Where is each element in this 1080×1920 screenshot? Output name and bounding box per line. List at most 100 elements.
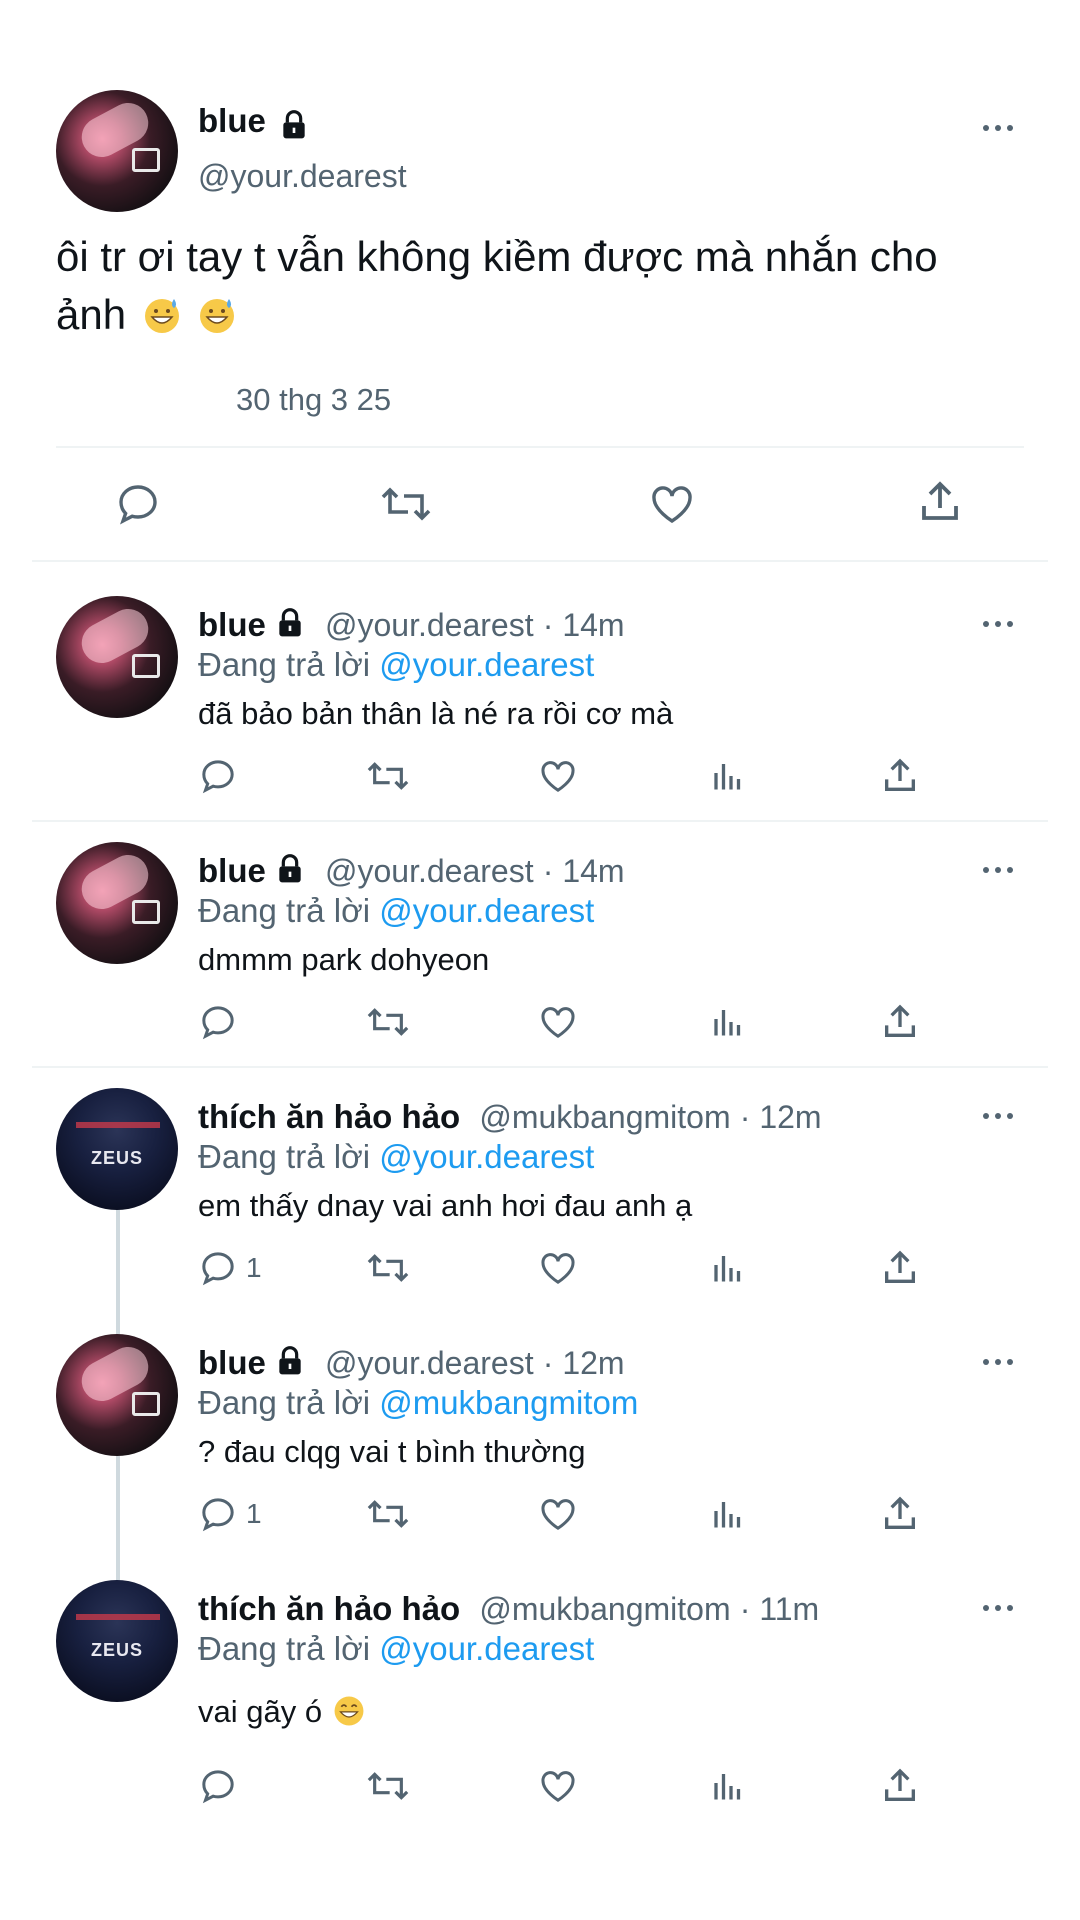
- reply-button[interactable]: [114, 480, 162, 528]
- separator: ·: [739, 1591, 760, 1627]
- like-button[interactable]: [538, 1494, 578, 1534]
- author-name[interactable]: thích ăn hảo hảo: [198, 1098, 460, 1135]
- views-button[interactable]: [710, 1768, 746, 1804]
- reply-button[interactable]: 1: [198, 1494, 262, 1534]
- retweet-button[interactable]: [366, 1494, 410, 1534]
- reply-actions: 1: [0, 1248, 1080, 1308]
- reply-text: vai gãy ó: [198, 1694, 366, 1730]
- reply-tweet[interactable]: blue @your.dearest · 14m Đang trả lời @y…: [0, 842, 1080, 1082]
- separator: ·: [542, 853, 563, 889]
- retweet-icon: [367, 1008, 409, 1036]
- author-handle[interactable]: @your.dearest: [325, 853, 534, 889]
- author-handle[interactable]: @your.dearest: [198, 158, 407, 195]
- lock-icon: [278, 108, 310, 147]
- reply-tweet[interactable]: blue @your.dearest · 12m Đang trả lời @m…: [0, 1334, 1080, 1574]
- timestamp[interactable]: 12m: [759, 1099, 821, 1135]
- author-name[interactable]: blue: [198, 606, 266, 643]
- share-button[interactable]: [880, 1766, 920, 1806]
- heart-icon: [541, 1771, 575, 1802]
- retweet-button[interactable]: [380, 480, 432, 528]
- share-icon: [922, 481, 958, 520]
- author-handle[interactable]: @mukbangmitom: [479, 1099, 730, 1135]
- retweet-button[interactable]: [366, 1766, 410, 1806]
- like-button[interactable]: [538, 1766, 578, 1806]
- views-button[interactable]: [710, 1250, 746, 1286]
- timestamp[interactable]: 12m: [562, 1345, 624, 1381]
- share-button[interactable]: [916, 478, 964, 526]
- separator: ·: [542, 1345, 563, 1381]
- heart-icon: [541, 1499, 575, 1530]
- more-options-icon[interactable]: [978, 1598, 1018, 1618]
- reply-icon: [119, 485, 157, 525]
- tweet-text-container: ôi tr ơi tay t vẫn không kiềm được mà nh…: [56, 228, 1016, 344]
- views-chart-icon: [714, 1010, 741, 1036]
- retweet-button[interactable]: [366, 1248, 410, 1288]
- share-button[interactable]: [880, 1494, 920, 1534]
- share-button[interactable]: [880, 1002, 920, 1042]
- author-handle[interactable]: @your.dearest: [325, 1345, 534, 1381]
- more-options-icon[interactable]: [978, 1352, 1018, 1372]
- timestamp[interactable]: 11m: [759, 1591, 819, 1627]
- views-chart-icon: [714, 1502, 741, 1528]
- mention-link[interactable]: @mukbangmitom: [379, 1384, 638, 1421]
- reply-tweet[interactable]: ZEUS thích ăn hảo hảo @mukbangmitom · 12…: [0, 1088, 1080, 1328]
- reply-text: đã bảo bản thân là né ra rồi cơ mà: [198, 696, 674, 731]
- avatar-label: ZEUS: [90, 1640, 143, 1660]
- avatar[interactable]: [56, 1334, 178, 1456]
- avatar[interactable]: [56, 596, 178, 718]
- timestamp[interactable]: 14m: [562, 607, 624, 643]
- author-name[interactable]: blue: [198, 1344, 266, 1381]
- replying-to: Đang trả lời @your.dearest: [198, 892, 594, 930]
- reply-count: 1: [246, 1498, 262, 1529]
- reply-button[interactable]: 1: [198, 1248, 262, 1288]
- mention-link[interactable]: @your.dearest: [379, 1630, 594, 1667]
- reply-button[interactable]: [198, 1002, 246, 1042]
- replying-to-label: Đang trả lời: [198, 1384, 380, 1421]
- retweet-icon: [367, 1254, 409, 1282]
- retweet-button[interactable]: [366, 1002, 410, 1042]
- author-handle[interactable]: @your.dearest: [325, 607, 534, 643]
- more-options-icon[interactable]: [978, 118, 1018, 138]
- heart-icon: [541, 761, 575, 792]
- mention-link[interactable]: @your.dearest: [379, 646, 594, 683]
- reply-text: dmmm park dohyeon: [198, 942, 490, 977]
- reply-button[interactable]: [198, 756, 246, 796]
- author-name[interactable]: blue: [198, 852, 266, 889]
- share-icon: [885, 1768, 915, 1801]
- reply-icon: [202, 1252, 234, 1286]
- avatar[interactable]: ZEUS: [56, 1580, 178, 1702]
- retweet-icon: [367, 1500, 409, 1528]
- lock-icon: [274, 606, 306, 648]
- share-button[interactable]: [880, 756, 920, 796]
- share-button[interactable]: [880, 1248, 920, 1288]
- avatar[interactable]: [56, 90, 178, 212]
- views-button[interactable]: [710, 758, 746, 794]
- share-icon: [885, 1250, 915, 1283]
- author-name[interactable]: thích ăn hảo hảo: [198, 1590, 460, 1627]
- mention-link[interactable]: @your.dearest: [379, 892, 594, 929]
- grinning-face-icon: [334, 1696, 364, 1726]
- like-button[interactable]: [538, 756, 578, 796]
- avatar[interactable]: [56, 842, 178, 964]
- author-handle[interactable]: @mukbangmitom: [479, 1591, 730, 1627]
- views-button[interactable]: [710, 1496, 746, 1532]
- heart-icon: [541, 1007, 575, 1038]
- like-button[interactable]: [538, 1002, 578, 1042]
- retweet-button[interactable]: [366, 756, 410, 796]
- more-options-icon[interactable]: [978, 860, 1018, 880]
- views-chart-icon: [714, 1256, 741, 1282]
- more-options-icon[interactable]: [978, 1106, 1018, 1126]
- reply-button[interactable]: [198, 1766, 246, 1806]
- avatar[interactable]: ZEUS: [56, 1088, 178, 1210]
- more-options-icon[interactable]: [978, 614, 1018, 634]
- timestamp[interactable]: 14m: [562, 853, 624, 889]
- reply-icon: [202, 760, 234, 794]
- reply-tweet[interactable]: ZEUS thích ăn hảo hảo @mukbangmitom · 11…: [0, 1580, 1080, 1820]
- views-button[interactable]: [710, 1004, 746, 1040]
- like-button[interactable]: [538, 1248, 578, 1288]
- like-button[interactable]: [648, 480, 696, 528]
- mention-link[interactable]: @your.dearest: [379, 1138, 594, 1175]
- tweet-date[interactable]: 30 thg 3 25: [236, 382, 391, 418]
- author-name[interactable]: blue: [198, 102, 266, 139]
- reply-tweet[interactable]: blue @your.dearest · 14m Đang trả lời @y…: [0, 596, 1080, 836]
